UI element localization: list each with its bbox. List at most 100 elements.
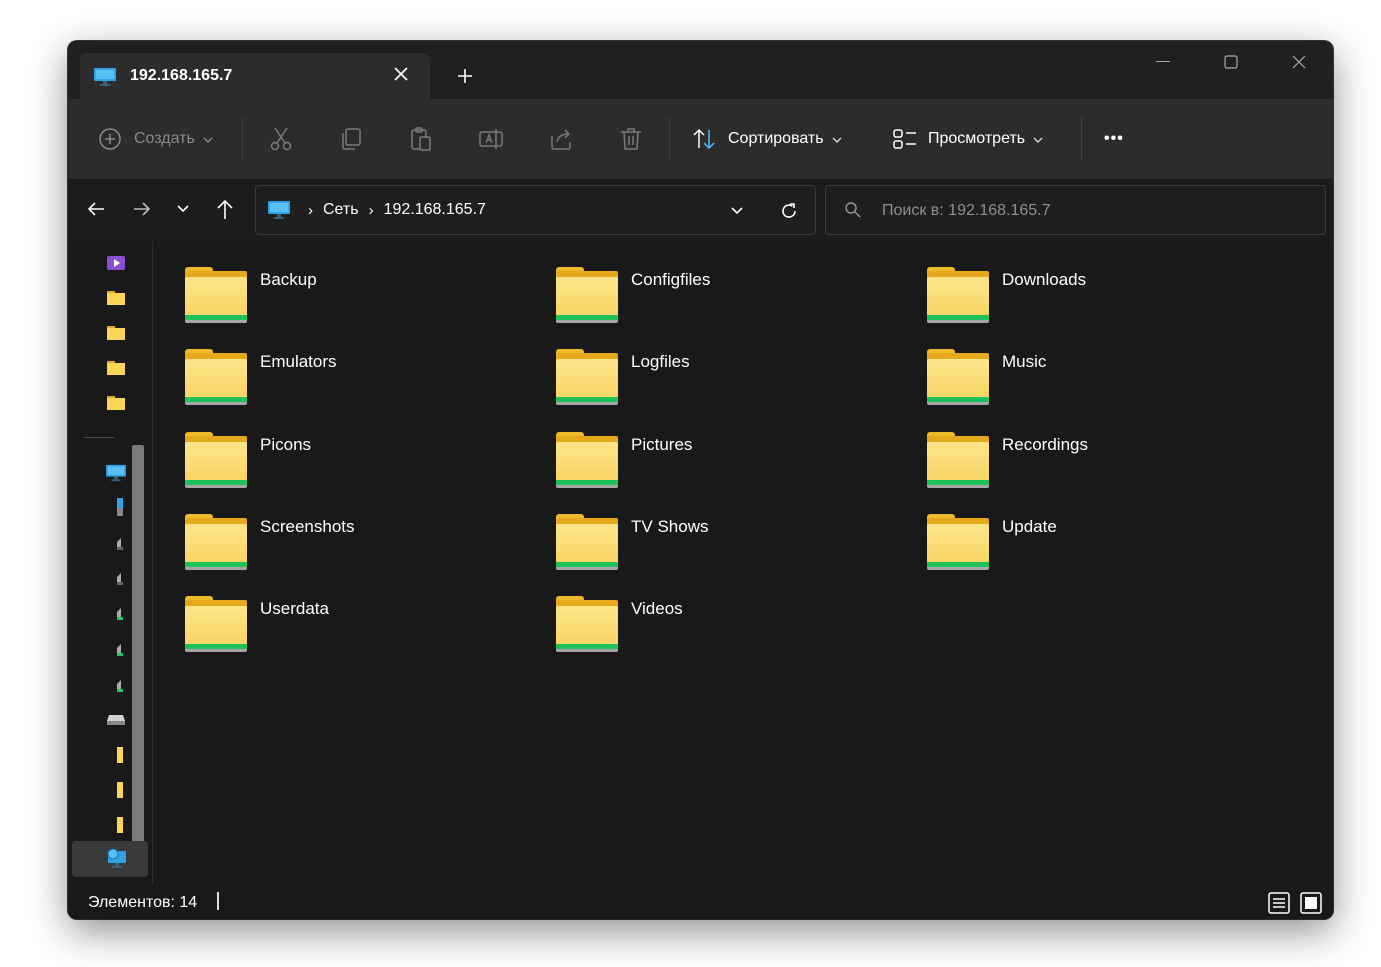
folder-item[interactable]: Pictures: [524, 406, 864, 488]
sidebar-item-network-drive[interactable]: [104, 707, 128, 731]
folder-item[interactable]: Configfiles: [524, 241, 864, 323]
address-history-button[interactable]: [722, 196, 752, 226]
recent-locations-button[interactable]: [167, 193, 199, 225]
cut-button[interactable]: [268, 121, 294, 157]
sidebar-item-drive-system[interactable]: [108, 495, 132, 519]
sidebar-item-drive-1[interactable]: [108, 531, 132, 555]
sidebar-item-folder-5[interactable]: [108, 743, 132, 767]
search-box[interactable]: [825, 185, 1326, 235]
folder-item[interactable]: Emulators: [153, 323, 493, 406]
add-circle-icon: [98, 127, 122, 151]
breadcrumb: › Сеть › 192.168.165.7: [268, 200, 486, 220]
toolbar-divider: [242, 117, 243, 161]
sidebar-item-folder-3[interactable]: [104, 356, 128, 380]
folder-icon: [107, 396, 125, 410]
sidebar-item-videos[interactable]: [104, 251, 128, 275]
sidebar-item-drive-5[interactable]: [108, 673, 132, 697]
folder-icon: [556, 596, 618, 654]
folder-icon: [927, 513, 989, 572]
chevron-right-icon: ›: [368, 201, 374, 219]
sidebar-item-drive-4[interactable]: [108, 637, 132, 661]
sort-button[interactable]: Сортировать: [692, 121, 842, 157]
sidebar-item-folder-6[interactable]: [108, 778, 132, 802]
paste-button[interactable]: [408, 121, 434, 157]
rename-button[interactable]: [478, 121, 504, 157]
status-divider: [217, 892, 219, 910]
maximize-button[interactable]: [1211, 47, 1251, 77]
create-button[interactable]: Создать: [98, 121, 213, 157]
search-input[interactable]: [880, 199, 1304, 223]
forward-button[interactable]: [126, 193, 158, 225]
tab-active[interactable]: 192.168.165.7: [80, 53, 430, 99]
folder-icon: [185, 267, 247, 325]
folder-label: Update: [1002, 516, 1057, 536]
monitor-icon: [106, 464, 126, 482]
folder-label: Music: [1002, 352, 1047, 372]
folder-item[interactable]: Logfiles: [524, 323, 864, 406]
sidebar-item-network-selected[interactable]: [72, 841, 148, 877]
sidebar-item-folder-2[interactable]: [104, 321, 128, 345]
copy-button[interactable]: [338, 121, 364, 157]
folder-item[interactable]: Music: [895, 323, 1235, 406]
folder-item[interactable]: Videos: [524, 570, 864, 653]
share-icon: [548, 126, 574, 152]
folder-item[interactable]: Update: [895, 488, 1235, 570]
sort-label: Сортировать: [728, 130, 824, 147]
scissors-icon: [268, 126, 294, 152]
rename-icon: [478, 126, 504, 152]
folder-icon: [556, 513, 618, 572]
folder-icon: [927, 267, 989, 325]
folder-icon: [927, 349, 989, 407]
sidebar-scrollbar[interactable]: [132, 445, 144, 855]
folder-item[interactable]: Backup: [153, 241, 493, 323]
details-view-button[interactable]: [1267, 891, 1291, 915]
folder-icon: [556, 431, 618, 490]
details-view-icon: [1268, 892, 1290, 914]
breadcrumb-network[interactable]: Сеть: [323, 201, 359, 219]
sidebar-item-drive-2[interactable]: [108, 566, 132, 590]
toolbar-divider: [1081, 117, 1082, 161]
folder-item[interactable]: TV Shows: [524, 488, 864, 570]
view-button[interactable]: Просмотреть: [892, 121, 1043, 157]
delete-button[interactable]: [618, 121, 644, 157]
folder-item[interactable]: Downloads: [895, 241, 1235, 323]
sidebar-item-folder-4[interactable]: [104, 391, 128, 415]
drive-icon: [117, 680, 123, 692]
folder-item[interactable]: Picons: [153, 406, 493, 488]
folder-item[interactable]: Userdata: [153, 570, 493, 653]
sidebar-item-folder-7[interactable]: [108, 813, 132, 837]
sidebar-item-folder-1[interactable]: [104, 286, 128, 310]
minimize-button[interactable]: [1143, 47, 1183, 77]
back-button[interactable]: [80, 193, 112, 225]
tiles-view-button[interactable]: [1299, 891, 1323, 915]
create-label: Создать: [134, 130, 195, 147]
drive-icon: [117, 498, 123, 516]
refresh-button[interactable]: [774, 196, 804, 226]
clipboard-icon: [408, 126, 434, 152]
folder-icon: [927, 431, 989, 490]
folder-item[interactable]: Recordings: [895, 406, 1235, 488]
folder-icon: [556, 267, 618, 325]
address-bar[interactable]: › Сеть › 192.168.165.7: [255, 185, 816, 235]
monitor-icon: [268, 200, 290, 220]
drive-icon: [117, 644, 123, 656]
folder-icon: [117, 817, 123, 833]
tab-close-icon[interactable]: [386, 59, 416, 89]
sidebar-divider: [84, 437, 114, 438]
folder-label: Logfiles: [631, 352, 690, 372]
folder-label: Downloads: [1002, 270, 1087, 289]
up-button[interactable]: [209, 193, 241, 225]
chevron-down-icon: [1033, 130, 1043, 148]
folder-label: Configfiles: [631, 270, 711, 289]
sidebar-item-this-pc[interactable]: [104, 461, 128, 485]
folder-icon: [185, 596, 247, 654]
view-label: Просмотреть: [928, 130, 1026, 147]
folder-item[interactable]: Screenshots: [153, 488, 493, 570]
window-close-button[interactable]: [1279, 47, 1319, 77]
breadcrumb-host[interactable]: 192.168.165.7: [384, 201, 486, 219]
sidebar-item-drive-3[interactable]: [108, 601, 132, 625]
chevron-down-icon: [177, 205, 189, 213]
more-options-button[interactable]: •••: [1104, 121, 1124, 157]
share-button[interactable]: [548, 121, 574, 157]
new-tab-button[interactable]: [450, 61, 480, 91]
